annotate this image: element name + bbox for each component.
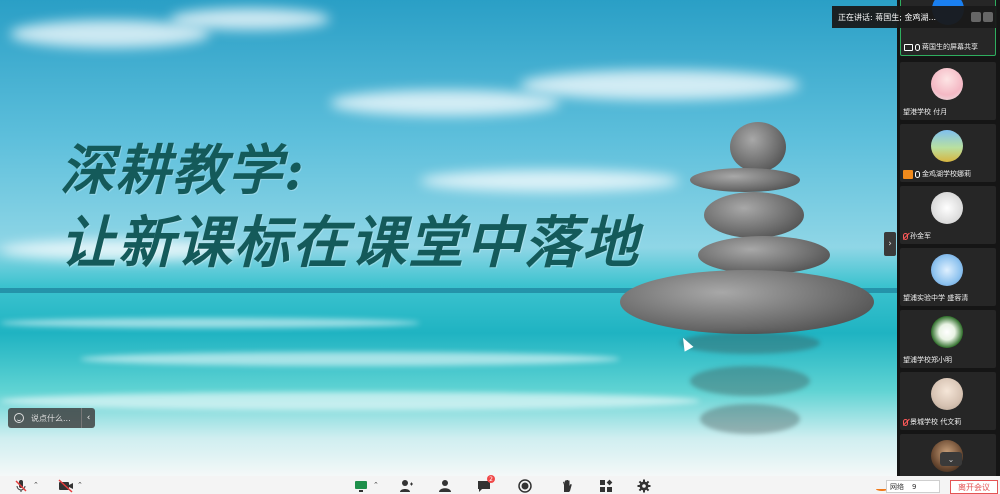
chat-input[interactable]: 说点什么... ‹ [8, 408, 95, 428]
hand-icon [560, 478, 574, 492]
slide-title-line2: 让新课标在课堂中落地 [60, 210, 640, 276]
participant-name: 蒋国生的屏幕共享 [922, 43, 978, 51]
network-status: 网络 9 [886, 480, 940, 493]
stone [730, 122, 786, 172]
chevron-up-icon[interactable]: ⌃ [373, 481, 379, 489]
unread-badge: 2 [487, 475, 495, 483]
speaking-indicator: 正在讲话: 蒋国生; 金鸡湖... [832, 6, 997, 28]
mic-off-icon [14, 478, 28, 492]
stone-reflection [680, 332, 820, 354]
avatar [931, 316, 963, 348]
participant-panel: 蒋国生的屏幕共享 望港学校 付月 金鸡湖学校娜莉 孙金军 望浦实验中学 盛蓉清 … [897, 0, 1000, 476]
screen-share-icon [904, 43, 913, 51]
chat-button[interactable]: 2 [477, 475, 495, 492]
bottom-toolbar: ⌃ ⌃ ⌃ 2 [0, 475, 1000, 494]
settings-button[interactable] [637, 478, 651, 493]
participant-name: 望浦学校郑小明 [903, 356, 952, 364]
leave-meeting-button[interactable]: 离开会议 [950, 480, 998, 494]
invite-button[interactable] [399, 478, 413, 492]
cloud [330, 90, 560, 116]
participant-tile[interactable]: 金鸡湖学校娜莉 [900, 124, 996, 182]
wave [0, 392, 700, 410]
stone-reflection [700, 404, 800, 434]
share-screen-icon [354, 478, 368, 492]
apps-button[interactable] [599, 478, 613, 492]
gear-icon [637, 478, 651, 493]
network-value: 9 [912, 482, 917, 491]
stone [620, 270, 874, 334]
avatar [931, 68, 963, 100]
slide-title: 深耕教学: 让新课标在课堂中落地 [60, 143, 640, 271]
cloud [170, 8, 330, 30]
window-mode-icon[interactable] [971, 12, 981, 22]
chevron-up-icon[interactable]: ⌃ [77, 481, 83, 489]
participant-tile[interactable]: 景城学校 代文莉 [900, 372, 996, 430]
participant-tile[interactable]: 望浦学校郑小明 [900, 310, 996, 368]
wave [0, 318, 420, 328]
emoji-icon[interactable] [14, 413, 24, 423]
mic-icon [915, 170, 920, 178]
participant-tile[interactable]: 望浦实验中学 盛蓉清 [900, 248, 996, 306]
scroll-down-button[interactable]: ⌄ [940, 452, 962, 466]
mic-off-icon [903, 418, 908, 426]
participants-button[interactable] [438, 478, 452, 492]
user-icon [438, 478, 452, 492]
avatar [931, 192, 963, 224]
chevron-up-icon[interactable]: ⌃ [33, 481, 39, 489]
avatar [931, 254, 963, 286]
record-icon [518, 478, 532, 493]
mic-off-icon [903, 232, 908, 240]
wave [80, 352, 620, 366]
stone-reflection [690, 366, 810, 396]
camera-button[interactable]: ⌃ [58, 478, 83, 493]
return-icon[interactable] [983, 12, 993, 22]
add-user-icon [399, 478, 413, 492]
stone [690, 168, 800, 192]
camera-icon [903, 169, 913, 179]
mic-button[interactable]: ⌃ [14, 478, 39, 492]
camera-off-icon [58, 478, 73, 493]
chat-placeholder: 说点什么... [31, 413, 71, 423]
chat-icon: 2 [477, 475, 495, 492]
stone [704, 192, 804, 238]
avatar [931, 378, 963, 410]
chevron-left-icon[interactable]: ‹ [81, 408, 95, 428]
share-screen-button[interactable]: ⌃ [354, 478, 379, 492]
record-button[interactable] [518, 478, 532, 493]
participant-tile[interactable]: 望港学校 付月 [900, 62, 996, 120]
avatar [931, 130, 963, 162]
participant-name: 望港学校 付月 [903, 108, 948, 116]
meeting-window: 深耕教学: 让新课标在课堂中落地 说点什么... ‹ 正在讲话: 蒋国生; 金鸡… [0, 0, 1000, 494]
raise-hand-button[interactable] [560, 478, 574, 492]
apps-icon [599, 478, 613, 492]
stone [698, 236, 830, 274]
stacked-stones-image [620, 118, 880, 448]
speaking-text: 正在讲话: 蒋国生; 金鸡湖... [838, 12, 937, 22]
participant-name: 景城学校 代文莉 [910, 418, 962, 426]
participant-tile[interactable]: 孙金军 [900, 186, 996, 244]
network-label: 网络 [890, 482, 904, 491]
participant-name: 金鸡湖学校娜莉 [922, 170, 971, 178]
mic-icon [915, 43, 920, 51]
participant-name: 孙金军 [910, 232, 931, 240]
shared-screen: 深耕教学: 让新课标在课堂中落地 说点什么... ‹ [0, 0, 897, 476]
collapse-panel-button[interactable]: › [884, 232, 896, 256]
participant-name: 望浦实验中学 盛蓉清 [903, 294, 969, 302]
cloud [520, 70, 800, 100]
slide-title-line1: 深耕教学: [60, 138, 306, 202]
